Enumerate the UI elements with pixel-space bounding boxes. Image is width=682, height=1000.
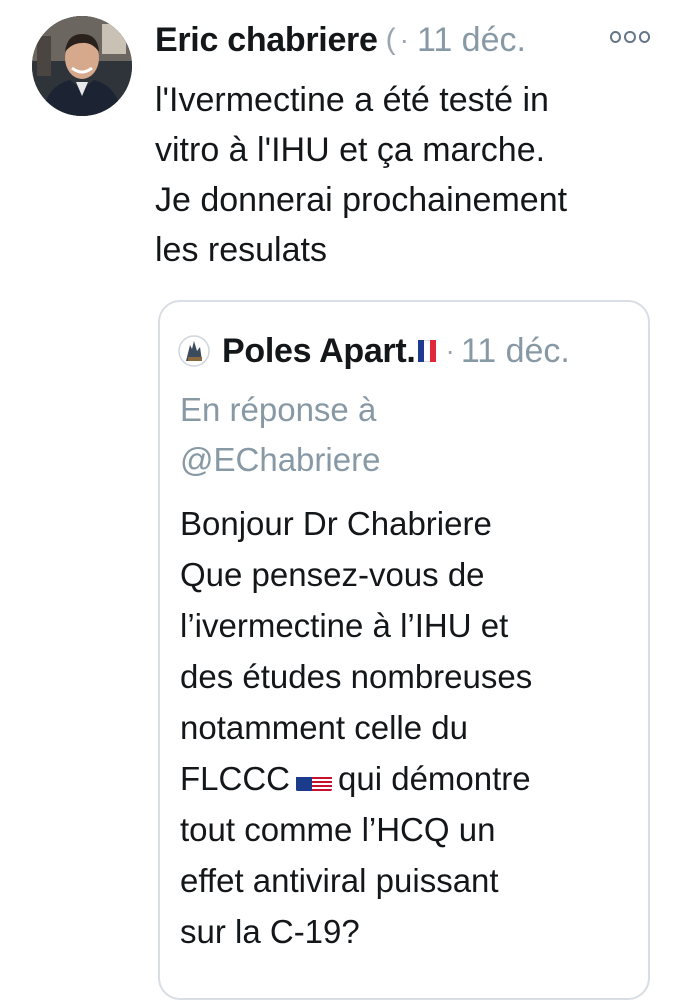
quoted-text-line: des études nombreuses bbox=[180, 658, 533, 695]
tweet-text-line: les resulats bbox=[155, 231, 327, 269]
reply-label: En réponse à bbox=[180, 391, 377, 428]
quoted-text-line-with-flag: FLCCC qui démontre bbox=[180, 753, 532, 804]
quoted-author-name[interactable]: Poles Apart. bbox=[222, 332, 416, 371]
avatar-photo-icon bbox=[32, 16, 132, 116]
quoted-tweet-text: Bonjour Dr Chabriere Que pensez-vous de … bbox=[180, 498, 532, 957]
france-flag-icon bbox=[417, 340, 436, 362]
quoted-text-line: tout comme l’HCQ un bbox=[180, 811, 496, 848]
separator-dot: · bbox=[445, 335, 455, 366]
tweet: Eric chabriere ( · 11 déc. l'Ivermectine… bbox=[0, 0, 682, 1000]
separator-dot: · bbox=[399, 24, 409, 55]
quoted-text-line: l’ivermectine à l’IHU et bbox=[180, 607, 509, 644]
demontre-text: qui démontre bbox=[338, 760, 531, 797]
quoted-tweet-card[interactable]: Poles Apart. · 11 déc. En réponse à @ECh… bbox=[158, 300, 650, 1000]
reply-context: En réponse à @EChabriere bbox=[180, 385, 380, 485]
usa-flag-icon bbox=[296, 766, 333, 793]
flccc-text: FLCCC bbox=[180, 760, 291, 797]
quoted-avatar-icon bbox=[178, 335, 210, 367]
more-options-icon[interactable] bbox=[610, 30, 650, 44]
tweet-timestamp[interactable]: 11 déc. bbox=[417, 21, 526, 60]
tweet-text-line: Je donnerai prochainement bbox=[155, 181, 568, 219]
quoted-text-line: effet antiviral puissant bbox=[180, 862, 499, 899]
quoted-text-line: Bonjour Dr Chabriere bbox=[180, 505, 492, 542]
quoted-tweet-timestamp[interactable]: 11 déc. bbox=[461, 332, 570, 371]
reply-handle-link[interactable]: @EChabriere bbox=[180, 435, 380, 485]
author-name[interactable]: Eric chabriere bbox=[155, 21, 378, 60]
author-avatar[interactable] bbox=[32, 16, 132, 116]
tweet-text-line: vitro à l'IHU et ça marche. bbox=[155, 131, 546, 169]
quoted-tweet-header: Poles Apart. · 11 déc. bbox=[178, 330, 570, 372]
quoted-text-line: notamment celle du bbox=[180, 709, 468, 746]
author-handle[interactable]: ( bbox=[386, 23, 396, 57]
tweet-text-line: l'Ivermectine a été testé in bbox=[155, 81, 549, 119]
tweet-header: Eric chabriere ( · 11 déc. bbox=[155, 18, 526, 62]
quoted-author-avatar[interactable] bbox=[178, 335, 210, 367]
quoted-text-line: Que pensez-vous de bbox=[180, 556, 485, 593]
tweet-text: l'Ivermectine a été testé in vitro à l'I… bbox=[155, 75, 655, 275]
quoted-text-line: sur la C-19? bbox=[180, 913, 360, 950]
